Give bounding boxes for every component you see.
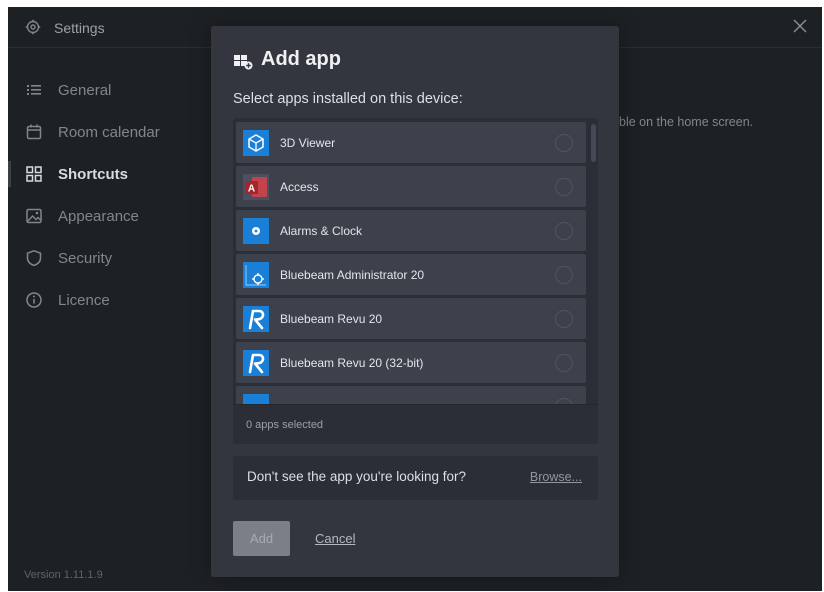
dialog-subtitle: Select apps installed on this device:	[233, 91, 463, 107]
window-title: Settings	[54, 20, 105, 36]
browse-prompt: Don't see the app you're looking for?	[247, 469, 467, 484]
dialog-title: Add app	[261, 48, 341, 70]
sidebar-item-general[interactable]: General	[8, 69, 208, 111]
list-item[interactable]: Bluebeam Revu 20 (32-bit)	[236, 342, 586, 383]
add-app-icon	[234, 55, 253, 70]
app-select-radio[interactable]	[555, 309, 573, 328]
calendar-icon	[26, 124, 42, 140]
sidebar-item-room-calendar[interactable]: Room calendar	[8, 111, 208, 153]
3d-viewer-icon	[243, 129, 269, 156]
app-name: Bluebeam Administrator 20	[280, 267, 425, 282]
selected-count: 0 apps selected	[246, 419, 324, 431]
list-icon	[27, 85, 41, 95]
browse-panel: Don't see the app you're looking for? Br…	[233, 456, 598, 500]
app-select-radio[interactable]	[555, 133, 573, 152]
app-name: Bluebeam Revu 20	[280, 311, 383, 326]
list-item[interactable]: A Access	[236, 166, 586, 207]
sidebar-item-label: Shortcuts	[58, 165, 129, 183]
cancel-button[interactable]: Cancel	[315, 531, 355, 546]
access-icon: A	[243, 173, 269, 200]
scrollbar-thumb[interactable]	[591, 124, 596, 162]
app-select-radio[interactable]	[555, 221, 573, 240]
app-name: 3D Viewer	[280, 135, 336, 150]
app-name: Access	[280, 179, 319, 194]
app-name: Bluebeam Revu 20 (32-bit)	[280, 355, 424, 370]
image-icon	[26, 208, 42, 224]
app-list-panel: 3D Viewer A Access Alarms & Clock Bluebe…	[233, 118, 598, 444]
bluebeam-admin-icon	[243, 261, 269, 288]
sidebar-item-security[interactable]: Security	[8, 237, 208, 279]
list-item[interactable]: 3D Viewer	[236, 122, 586, 163]
sidebar-item-appearance[interactable]: Appearance	[8, 195, 208, 237]
app-list[interactable]: 3D Viewer A Access Alarms & Clock Bluebe…	[236, 122, 586, 404]
sidebar-item-label: General	[58, 81, 112, 99]
alarms-clock-icon	[243, 217, 269, 244]
app-select-radio[interactable]	[555, 353, 573, 372]
list-item[interactable]: Alarms & Clock	[236, 210, 586, 251]
divider	[233, 404, 598, 405]
list-item[interactable]: Bluebeam Revu 20	[236, 298, 586, 339]
list-scrollbar[interactable]	[589, 122, 598, 404]
add-button[interactable]: Add	[233, 521, 290, 556]
app-select-radio[interactable]	[555, 177, 573, 196]
app-name: Alarms & Clock	[280, 223, 363, 238]
version-label: Version 1.11.1.9	[24, 569, 103, 581]
bluebeam-icon	[243, 393, 269, 404]
shield-icon	[26, 250, 42, 267]
svg-text:A: A	[248, 183, 255, 194]
info-icon	[26, 292, 42, 308]
sidebar-item-licence[interactable]: Licence	[8, 279, 208, 321]
sidebar-item-shortcuts[interactable]: Shortcuts	[8, 153, 208, 195]
shortcuts-hint-text: ble on the home screen.	[619, 115, 754, 129]
close-icon[interactable]	[790, 16, 810, 36]
grid-icon	[26, 166, 42, 182]
browse-link[interactable]: Browse...	[530, 470, 582, 484]
app-select-radio[interactable]	[555, 265, 573, 284]
list-item[interactable]	[236, 386, 586, 404]
sidebar-item-label: Licence	[58, 291, 110, 309]
list-item[interactable]: Bluebeam Administrator 20	[236, 254, 586, 295]
bluebeam-revu-icon	[243, 349, 269, 376]
sidebar-item-label: Room calendar	[58, 123, 160, 141]
gear-icon	[25, 19, 41, 35]
add-app-dialog: Add app Select apps installed on this de…	[211, 26, 619, 577]
sidebar: General Room calendar Shortcuts Appearan…	[8, 69, 208, 321]
bluebeam-revu-icon	[243, 305, 269, 332]
sidebar-item-label: Security	[58, 249, 113, 267]
sidebar-item-label: Appearance	[58, 207, 139, 225]
